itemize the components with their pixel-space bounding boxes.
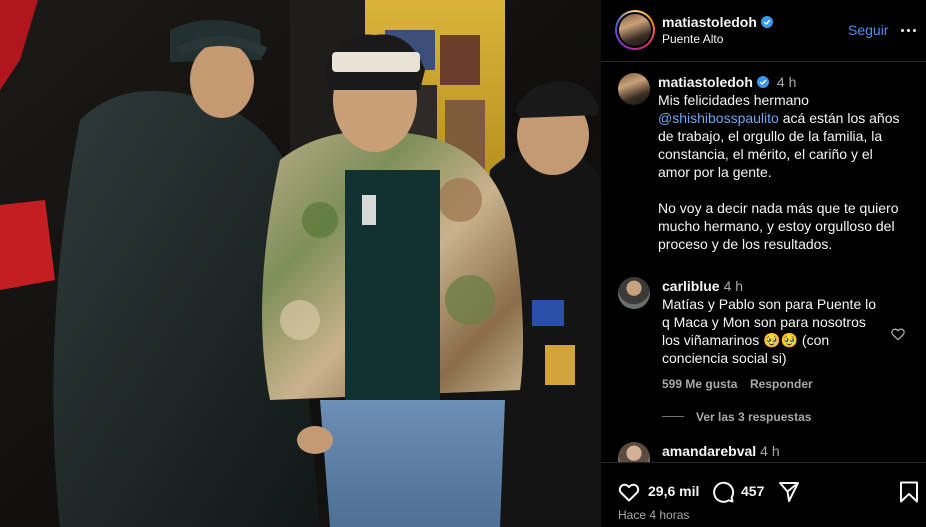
follow-button[interactable]: Seguir (848, 22, 888, 38)
comment-line: conciencia social si) (662, 350, 787, 366)
comment-line: los viñamarinos 🥹🥹 (con (662, 332, 830, 348)
mention-link[interactable]: @shishibosspaulito (658, 110, 779, 126)
comment-username[interactable]: amandarebval (662, 443, 756, 459)
comment-bubble-icon[interactable] (711, 480, 735, 504)
post-photo (0, 0, 601, 527)
comment-avatar[interactable] (618, 442, 650, 462)
verified-badge-icon (756, 76, 769, 88)
bookmark-icon[interactable] (897, 480, 921, 504)
post-time-ago: Hace 4 horas (618, 508, 690, 522)
caption-header: matiastoledoh 4 h (658, 73, 913, 91)
caption-line: amor por la gente. (658, 164, 772, 180)
comment-line: Matías y Pablo son para Puente lo (662, 296, 877, 312)
more-options-icon[interactable] (900, 22, 918, 38)
comments-count[interactable]: 457 (741, 483, 764, 499)
comment-like-heart-icon[interactable] (890, 326, 906, 342)
author-username[interactable]: matiastoledoh (662, 14, 757, 30)
post-header: matiastoledoh Puente Alto Seguir (601, 0, 926, 62)
comments-list[interactable]: matiastoledoh 4 h Mis felicidades hermano… (601, 63, 926, 462)
caption-avatar[interactable] (618, 73, 650, 105)
verified-badge-icon (760, 16, 773, 28)
replies-divider (662, 416, 684, 417)
caption-line: de trabajo, el orgullo de la familia, la (658, 128, 883, 144)
author-avatar[interactable] (615, 10, 655, 50)
caption-line: @shishibosspaulito acá están los años (658, 110, 900, 126)
caption-line: mucho hermano, y estoy orgulloso del (658, 218, 895, 234)
caption-line: constancia, el mérito, el cariño y el (658, 146, 873, 162)
comment: amandarebval 4 h (662, 442, 887, 460)
comment-username[interactable]: carliblue (662, 278, 720, 294)
comment-time: 4 h (760, 443, 780, 459)
likes-count[interactable]: 29,6 mil (648, 483, 699, 499)
post-actions-bar: 29,6 mil 457 Hace 4 horas (601, 462, 926, 527)
view-replies-button[interactable]: Ver las 3 respuestas (696, 410, 811, 424)
comment-avatar[interactable] (618, 277, 650, 309)
caption-line: No voy a decir nada más que te quiero (658, 200, 899, 216)
caption-time: 4 h (776, 74, 797, 90)
comment-line: q Maca y Mon son para nosotros (662, 314, 866, 330)
post-location[interactable]: Puente Alto (662, 32, 723, 46)
comment-time: 4 h (723, 278, 744, 294)
caption: matiastoledoh 4 h Mis felicidades hermano… (658, 73, 913, 253)
reply-button[interactable]: Responder (750, 377, 813, 391)
heart-icon[interactable] (617, 480, 641, 504)
caption-line: Mis felicidades hermano (658, 92, 809, 108)
comment-likes[interactable]: 599 Me gusta (662, 377, 737, 391)
comment: carliblue 4 h Matías y Pablo son para Pue… (662, 277, 887, 367)
caption-username[interactable]: matiastoledoh (658, 74, 753, 90)
post-photo-illustration (0, 0, 601, 527)
caption-line: proceso y de los resultados. (658, 236, 833, 252)
share-send-icon[interactable] (777, 480, 801, 504)
post-side-panel: matiastoledoh Puente Alto Seguir matiast… (601, 0, 926, 527)
